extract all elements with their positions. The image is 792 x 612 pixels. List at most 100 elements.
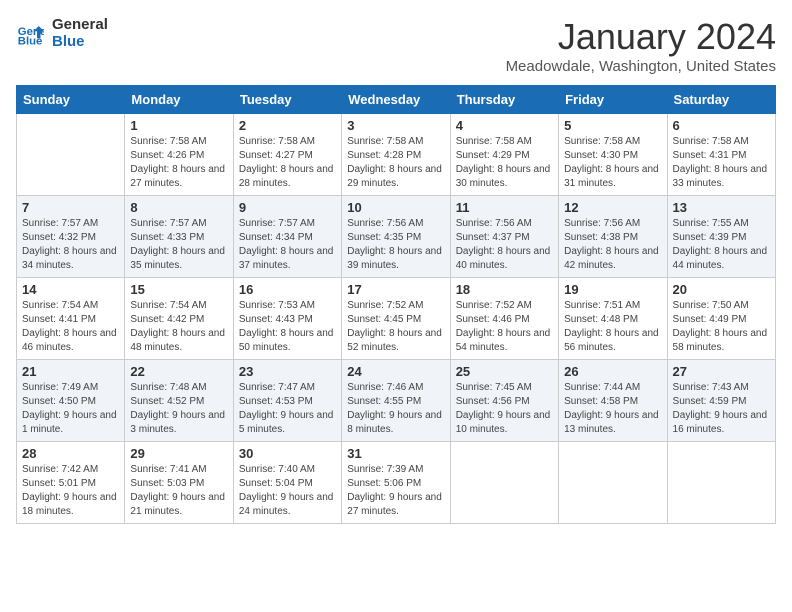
- calendar-cell: 22 Sunrise: 7:48 AMSunset: 4:52 PMDayligh…: [125, 360, 233, 442]
- day-info: Sunrise: 7:47 AMSunset: 4:53 PMDaylight:…: [239, 381, 336, 437]
- calendar-week-row: 1Sunrise: 7:58 AMSunset: 4:26 PMDaylight…: [17, 114, 776, 196]
- day-number: 14: [22, 282, 119, 297]
- calendar-cell: 15 Sunrise: 7:54 AMSunset: 4:42 PMDayligh…: [125, 278, 233, 360]
- day-info: Sunrise: 7:48 AMSunset: 4:52 PMDaylight:…: [130, 381, 227, 437]
- calendar-cell: 18 Sunrise: 7:52 AMSunset: 4:46 PMDayligh…: [450, 278, 558, 360]
- day-number: 22: [130, 364, 227, 379]
- day-info: Sunrise: 7:53 AMSunset: 4:43 PMDaylight:…: [239, 299, 336, 355]
- day-info: Sunrise: 7:42 AMSunset: 5:01 PMDaylight:…: [22, 463, 119, 519]
- day-number: 15: [130, 282, 227, 297]
- day-info: Sunrise: 7:57 AMSunset: 4:32 PMDaylight:…: [22, 217, 119, 273]
- logo: General Blue General Blue: [16, 16, 108, 50]
- calendar-cell: [17, 114, 125, 196]
- calendar-cell: 3 Sunrise: 7:58 AMSunset: 4:28 PMDaylight…: [342, 114, 450, 196]
- calendar-cell: 31Sunrise: 7:39 AMSunset: 5:06 PMDayligh…: [342, 442, 450, 524]
- day-number: 17: [347, 282, 444, 297]
- location: Meadowdale, Washington, United States: [506, 58, 776, 75]
- calendar-cell: 5 Sunrise: 7:58 AMSunset: 4:30 PMDaylight…: [559, 114, 667, 196]
- day-info: Sunrise: 7:52 AMSunset: 4:45 PMDaylight:…: [347, 299, 444, 355]
- calendar-cell: 19Sunrise: 7:51 AMSunset: 4:48 PMDayligh…: [559, 278, 667, 360]
- day-number: 12: [564, 200, 661, 215]
- day-number: 5: [564, 118, 661, 133]
- day-number: 23: [239, 364, 336, 379]
- month-title: January 2024: [506, 16, 776, 58]
- calendar-cell: 16Sunrise: 7:53 AMSunset: 4:43 PMDayligh…: [233, 278, 341, 360]
- calendar-table: SundayMondayTuesdayWednesdayThursdayFrid…: [16, 85, 776, 524]
- calendar-cell: 26 Sunrise: 7:44 AMSunset: 4:58 PMDayligh…: [559, 360, 667, 442]
- calendar-cell: 4Sunrise: 7:58 AMSunset: 4:29 PMDaylight…: [450, 114, 558, 196]
- day-number: 13: [673, 200, 770, 215]
- day-info: Sunrise: 7:41 AMSunset: 5:03 PMDaylight:…: [130, 463, 227, 519]
- calendar-cell: 13 Sunrise: 7:55 AMSunset: 4:39 PMDayligh…: [667, 196, 775, 278]
- day-number: 8: [130, 200, 227, 215]
- calendar-week-row: 28 Sunrise: 7:42 AMSunset: 5:01 PMDayligh…: [17, 442, 776, 524]
- day-number: 2: [239, 118, 336, 133]
- calendar-week-row: 14Sunrise: 7:54 AMSunset: 4:41 PMDayligh…: [17, 278, 776, 360]
- calendar-week-row: 7 Sunrise: 7:57 AMSunset: 4:32 PMDaylight…: [17, 196, 776, 278]
- calendar-header-row: SundayMondayTuesdayWednesdayThursdayFrid…: [17, 86, 776, 114]
- day-number: 18: [456, 282, 553, 297]
- day-info: Sunrise: 7:57 AMSunset: 4:33 PMDaylight:…: [130, 217, 227, 273]
- day-number: 21: [22, 364, 119, 379]
- calendar-cell: 10 Sunrise: 7:56 AMSunset: 4:35 PMDayligh…: [342, 196, 450, 278]
- day-info: Sunrise: 7:44 AMSunset: 4:58 PMDaylight:…: [564, 381, 661, 437]
- calendar-cell: 30 Sunrise: 7:40 AMSunset: 5:04 PMDayligh…: [233, 442, 341, 524]
- calendar-cell: 28 Sunrise: 7:42 AMSunset: 5:01 PMDayligh…: [17, 442, 125, 524]
- day-info: Sunrise: 7:52 AMSunset: 4:46 PMDaylight:…: [456, 299, 553, 355]
- calendar-cell: 23 Sunrise: 7:47 AMSunset: 4:53 PMDayligh…: [233, 360, 341, 442]
- calendar-cell: 17 Sunrise: 7:52 AMSunset: 4:45 PMDayligh…: [342, 278, 450, 360]
- calendar-cell: [450, 442, 558, 524]
- day-info: Sunrise: 7:40 AMSunset: 5:04 PMDaylight:…: [239, 463, 336, 519]
- day-number: 19: [564, 282, 661, 297]
- calendar-cell: [559, 442, 667, 524]
- column-header-tuesday: Tuesday: [233, 86, 341, 114]
- logo-general: General: [52, 16, 108, 33]
- calendar-cell: 9 Sunrise: 7:57 AMSunset: 4:34 PMDaylight…: [233, 196, 341, 278]
- day-info: Sunrise: 7:57 AMSunset: 4:34 PMDaylight:…: [239, 217, 336, 273]
- calendar-cell: 11 Sunrise: 7:56 AMSunset: 4:37 PMDayligh…: [450, 196, 558, 278]
- day-number: 7: [22, 200, 119, 215]
- day-number: 25: [456, 364, 553, 379]
- day-info: Sunrise: 7:58 AMSunset: 4:27 PMDaylight:…: [239, 135, 336, 191]
- column-header-wednesday: Wednesday: [342, 86, 450, 114]
- day-info: Sunrise: 7:58 AMSunset: 4:31 PMDaylight:…: [673, 135, 770, 191]
- calendar-cell: 12 Sunrise: 7:56 AMSunset: 4:38 PMDayligh…: [559, 196, 667, 278]
- day-number: 10: [347, 200, 444, 215]
- day-number: 11: [456, 200, 553, 215]
- day-info: Sunrise: 7:46 AMSunset: 4:55 PMDaylight:…: [347, 381, 444, 437]
- day-info: Sunrise: 7:45 AMSunset: 4:56 PMDaylight:…: [456, 381, 553, 437]
- day-info: Sunrise: 7:49 AMSunset: 4:50 PMDaylight:…: [22, 381, 119, 437]
- day-info: Sunrise: 7:54 AMSunset: 4:42 PMDaylight:…: [130, 299, 227, 355]
- calendar-cell: 8 Sunrise: 7:57 AMSunset: 4:33 PMDaylight…: [125, 196, 233, 278]
- column-header-saturday: Saturday: [667, 86, 775, 114]
- day-info: Sunrise: 7:56 AMSunset: 4:38 PMDaylight:…: [564, 217, 661, 273]
- calendar-cell: 27 Sunrise: 7:43 AMSunset: 4:59 PMDayligh…: [667, 360, 775, 442]
- day-info: Sunrise: 7:56 AMSunset: 4:37 PMDaylight:…: [456, 217, 553, 273]
- calendar-cell: 14Sunrise: 7:54 AMSunset: 4:41 PMDayligh…: [17, 278, 125, 360]
- calendar-week-row: 21 Sunrise: 7:49 AMSunset: 4:50 PMDayligh…: [17, 360, 776, 442]
- day-info: Sunrise: 7:55 AMSunset: 4:39 PMDaylight:…: [673, 217, 770, 273]
- calendar-cell: 25 Sunrise: 7:45 AMSunset: 4:56 PMDayligh…: [450, 360, 558, 442]
- logo-icon: General Blue: [16, 19, 44, 47]
- day-number: 26: [564, 364, 661, 379]
- calendar-cell: 7 Sunrise: 7:57 AMSunset: 4:32 PMDaylight…: [17, 196, 125, 278]
- column-header-thursday: Thursday: [450, 86, 558, 114]
- day-info: Sunrise: 7:58 AMSunset: 4:26 PMDaylight:…: [130, 135, 227, 191]
- day-number: 9: [239, 200, 336, 215]
- day-number: 30: [239, 446, 336, 461]
- day-info: Sunrise: 7:58 AMSunset: 4:30 PMDaylight:…: [564, 135, 661, 191]
- day-number: 3: [347, 118, 444, 133]
- calendar-cell: 20Sunrise: 7:50 AMSunset: 4:49 PMDayligh…: [667, 278, 775, 360]
- day-number: 27: [673, 364, 770, 379]
- calendar-cell: 2 Sunrise: 7:58 AMSunset: 4:27 PMDaylight…: [233, 114, 341, 196]
- calendar-cell: 1Sunrise: 7:58 AMSunset: 4:26 PMDaylight…: [125, 114, 233, 196]
- calendar-cell: 29Sunrise: 7:41 AMSunset: 5:03 PMDayligh…: [125, 442, 233, 524]
- day-info: Sunrise: 7:43 AMSunset: 4:59 PMDaylight:…: [673, 381, 770, 437]
- column-header-friday: Friday: [559, 86, 667, 114]
- day-number: 20: [673, 282, 770, 297]
- day-info: Sunrise: 7:39 AMSunset: 5:06 PMDaylight:…: [347, 463, 444, 519]
- day-number: 28: [22, 446, 119, 461]
- day-info: Sunrise: 7:58 AMSunset: 4:28 PMDaylight:…: [347, 135, 444, 191]
- calendar-cell: 24Sunrise: 7:46 AMSunset: 4:55 PMDayligh…: [342, 360, 450, 442]
- day-info: Sunrise: 7:56 AMSunset: 4:35 PMDaylight:…: [347, 217, 444, 273]
